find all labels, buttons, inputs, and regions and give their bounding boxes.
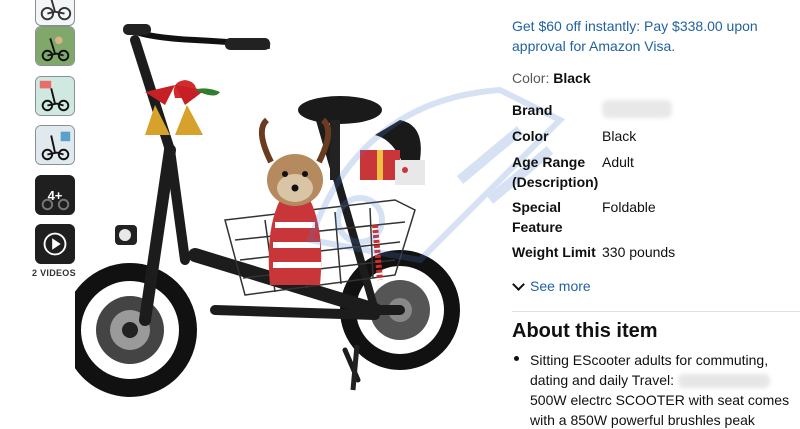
- spec-label-special-feature: Special: [512, 199, 562, 215]
- section-divider: [512, 311, 800, 312]
- about-section-title: About this item: [512, 320, 658, 342]
- play-icon: [43, 232, 67, 256]
- color-selection-label: Color:: [512, 70, 550, 86]
- thumbnail-1[interactable]: [35, 0, 75, 26]
- spec-label-special-feature-2: Feature: [512, 219, 563, 235]
- about-bullet-line: 500W electrc SCOOTER with seat comes: [530, 392, 790, 408]
- spec-value-age-range: Adult: [602, 154, 634, 170]
- dog: [258, 117, 332, 285]
- thumbnail-video[interactable]: [35, 224, 75, 264]
- color-selection-value: Black: [553, 70, 591, 86]
- see-more-label: See more: [530, 278, 591, 294]
- chevron-down-icon: [512, 277, 525, 291]
- main-product-image[interactable]: [75, 10, 505, 420]
- thumbnail-more[interactable]: 4+: [35, 175, 75, 215]
- spec-label-age-range: Age Range: [512, 154, 586, 170]
- see-more-link[interactable]: See more: [512, 277, 591, 294]
- spec-label-color: Color: [512, 128, 549, 144]
- redacted-text: [677, 374, 770, 389]
- about-bullet-line: dating and daily Travel:: [530, 370, 800, 390]
- spec-value-special-feature: Foldable: [602, 199, 656, 215]
- more-images-count: 4+: [47, 187, 63, 203]
- spec-value-weight-limit: 330 pounds: [602, 244, 676, 260]
- about-bullet-line: Sitting EScooter adults for commuting,: [530, 352, 769, 368]
- thumbnail-2[interactable]: [35, 26, 75, 66]
- about-bullet-line-text: dating and daily Travel:: [530, 372, 674, 388]
- kickstand: [350, 344, 360, 391]
- front-wheel: [75, 263, 197, 397]
- spec-label-brand: Brand: [512, 102, 553, 118]
- spec-label-age-range-2: (Description): [512, 174, 599, 190]
- videos-count-label: 2 VIDEOS: [32, 268, 76, 278]
- visa-offer-link[interactable]: Get $60 off instantly: Pay $338.00 upon …: [512, 16, 782, 56]
- thumbnail-4[interactable]: [35, 125, 75, 165]
- thumbnail-3[interactable]: [35, 76, 75, 116]
- about-bullet-1: Sitting EScooter adults for commuting, d…: [530, 350, 800, 429]
- spec-label-weight-limit: Weight Limit: [512, 244, 596, 260]
- about-bullet-line: with a 850W powerful brushles peak: [530, 412, 755, 428]
- bullet-dot: [514, 356, 519, 361]
- christmas-bells: [145, 80, 220, 135]
- handlebar: [123, 24, 271, 50]
- spec-value-brand-redacted: [602, 100, 672, 118]
- spec-value-color: Black: [602, 128, 637, 144]
- color-selection: Color: Black: [512, 70, 591, 86]
